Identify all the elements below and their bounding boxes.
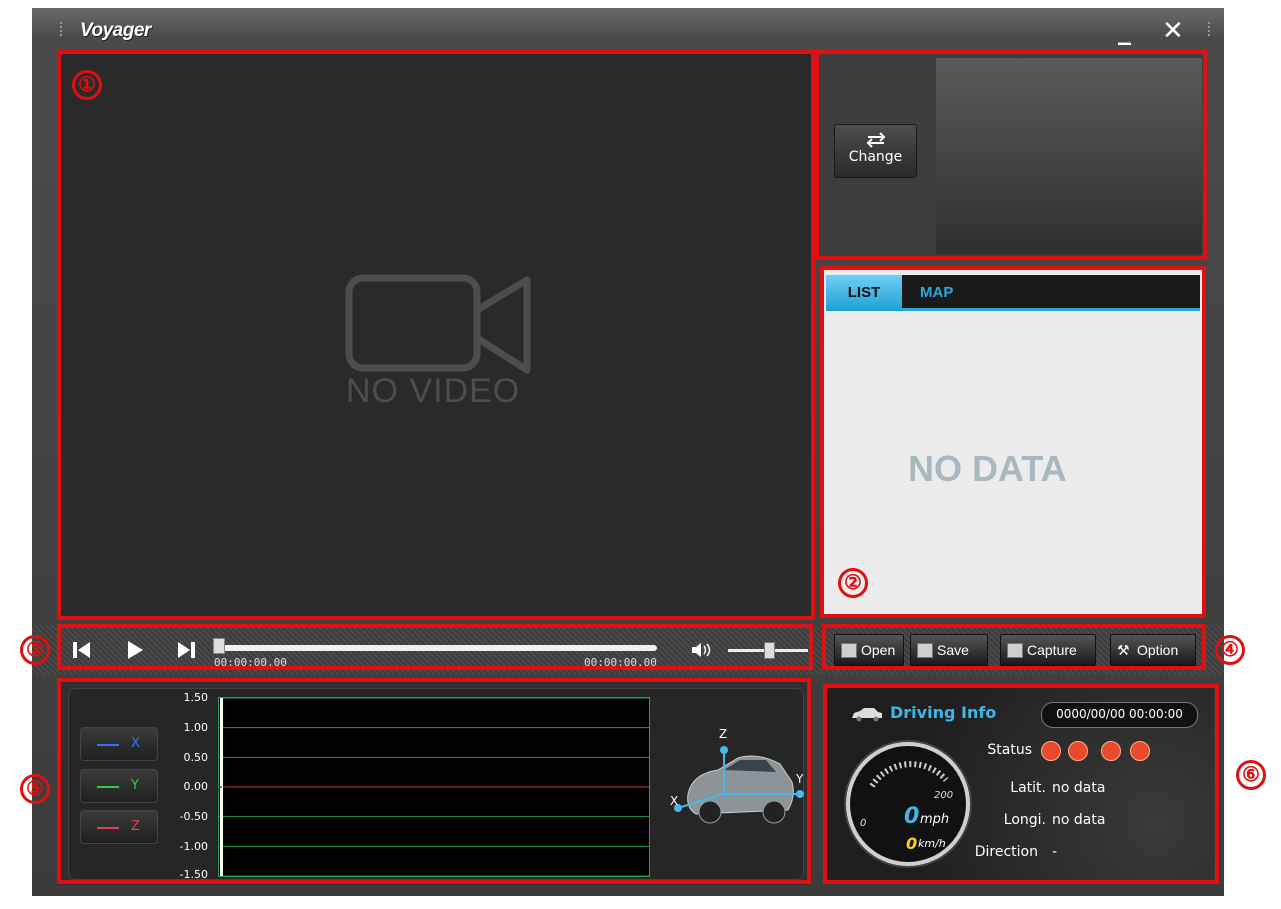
app-title: Voyager (80, 20, 151, 41)
annotation-number: ⑥ (1236, 760, 1266, 790)
annotation-number: ③ (20, 635, 50, 665)
minimize-button[interactable]: _ (1118, 18, 1131, 44)
annotation-number: ② (838, 568, 868, 598)
title-grip-left (60, 22, 65, 36)
close-button[interactable]: ✕ (1162, 18, 1184, 44)
annotation-number: ⑤ (20, 774, 50, 804)
annotation-box-gsensor (57, 678, 811, 884)
annotation-box-toolbar (822, 624, 1206, 670)
title-grip-right (1208, 22, 1213, 36)
annotation-box-driving (823, 684, 1219, 884)
annotation-number: ① (72, 70, 102, 100)
title-bar[interactable]: Voyager _ ✕ (32, 8, 1224, 52)
annotation-box-video (57, 50, 815, 620)
annotation-number: ④ (1215, 635, 1245, 665)
annotation-box-subview (815, 50, 1207, 260)
annotation-box-list (820, 266, 1206, 618)
annotation-box-player (57, 624, 813, 670)
